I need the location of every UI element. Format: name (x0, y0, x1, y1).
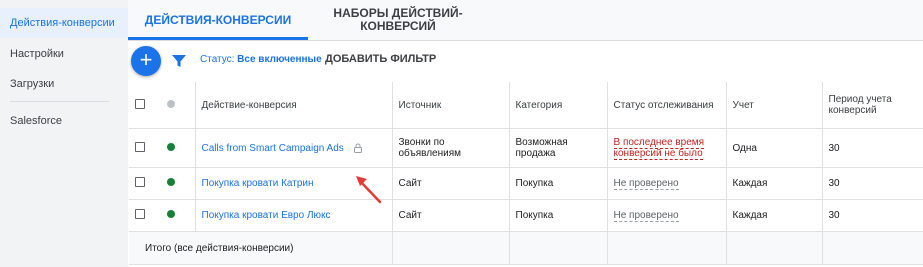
source-cell: Сайт (392, 199, 510, 232)
column-header-count[interactable]: Учет (726, 82, 823, 129)
window-cell: 30 (822, 167, 923, 200)
table-header-row: Действие-конверсия Источник Категория Ст… (129, 82, 923, 129)
row-checkbox[interactable] (135, 209, 145, 219)
status-enabled-icon (167, 142, 175, 151)
toolbar: + Статус: Все включенные ДОБАВИТЬ ФИЛЬТР (128, 41, 923, 81)
status-filter-value: Все включенные (237, 54, 322, 65)
count-cell: Одна (726, 128, 823, 168)
column-header-tracking-status[interactable]: Статус отслеживания (607, 82, 727, 129)
conversion-action-link[interactable]: Покупка кровати Евро Люкс (202, 210, 331, 221)
sidebar-divider (10, 101, 109, 102)
column-header-name[interactable]: Действие-конверсия (195, 82, 393, 129)
row-checkbox[interactable] (135, 177, 145, 187)
window-cell: 30 (822, 128, 923, 168)
count-cell: Каждая (726, 167, 823, 200)
status-enabled-icon (167, 178, 175, 186)
sidebar-item-settings[interactable]: Настройки (0, 39, 128, 69)
totals-row: Итого (все действия-конверсии) (129, 231, 923, 265)
add-conversion-button[interactable]: + (131, 46, 161, 76)
table-row: Покупка кровати Евро Люкс Сайт Покупка Н… (129, 199, 923, 232)
category-cell: Покупка (509, 199, 608, 232)
status-enabled-icon (167, 210, 175, 218)
sidebar-item-uploads[interactable]: Загрузки (0, 69, 128, 99)
column-header-category[interactable]: Категория (509, 82, 608, 129)
conversion-actions-table: Действие-конверсия Источник Категория Ст… (129, 82, 923, 265)
table-row: Покупка кровати Катрин Сайт Покупка Не п… (129, 167, 923, 200)
totals-label: Итого (все действия-конверсии) (129, 231, 393, 265)
row-checkbox[interactable] (135, 141, 145, 152)
sidebar-item-salesforce[interactable]: Salesforce (0, 106, 128, 136)
active-tab-indicator (128, 37, 308, 40)
lock-icon (353, 143, 362, 153)
column-header-conversion-window[interactable]: Период учета конверсий (822, 82, 923, 129)
category-cell: Возможная продажа (509, 128, 608, 168)
add-filter-button[interactable]: ДОБАВИТЬ ФИЛЬТР (325, 53, 436, 65)
tab-conversion-actions[interactable]: Действия-конверсии (128, 0, 308, 40)
source-cell: Звонки по объявлениям (392, 128, 510, 168)
sidebar-item-conversion-actions[interactable]: Действия-конверсии (0, 8, 128, 38)
category-cell: Покупка (509, 167, 608, 200)
tracking-status[interactable]: Не проверено (613, 178, 679, 190)
table-row: Calls from Smart Campaign Ads Звонки по … (129, 128, 923, 168)
window-cell: 30 (822, 199, 923, 232)
tab-bar: Действия-конверсии Наборы действий-конве… (128, 0, 923, 41)
tracking-status[interactable]: Не проверено (613, 210, 679, 222)
sidebar: Действия-конверсии Настройки Загрузки Sa… (0, 0, 128, 267)
status-filter-chip[interactable]: Статус: Все включенные (200, 54, 322, 65)
filter-icon[interactable] (172, 54, 186, 68)
tracking-status[interactable]: В последнее время конверсий не было (613, 137, 705, 160)
tab-label: Наборы действий-конверсий (333, 6, 463, 33)
annotation-arrow-icon (356, 176, 382, 204)
conversion-action-link[interactable]: Calls from Smart Campaign Ads (202, 143, 344, 154)
select-all-checkbox[interactable] (135, 98, 145, 109)
tab-label: Действия-конверсии (144, 12, 292, 27)
column-header-source[interactable]: Источник (392, 82, 510, 129)
count-cell: Каждая (726, 199, 823, 232)
conversion-action-link[interactable]: Покупка кровати Катрин (202, 178, 314, 189)
status-column-icon (167, 99, 175, 108)
source-cell: Сайт (392, 167, 510, 200)
tab-conversion-sets[interactable]: Наборы действий-конверсий (328, 0, 468, 40)
status-filter-prefix: Статус: (200, 54, 235, 65)
